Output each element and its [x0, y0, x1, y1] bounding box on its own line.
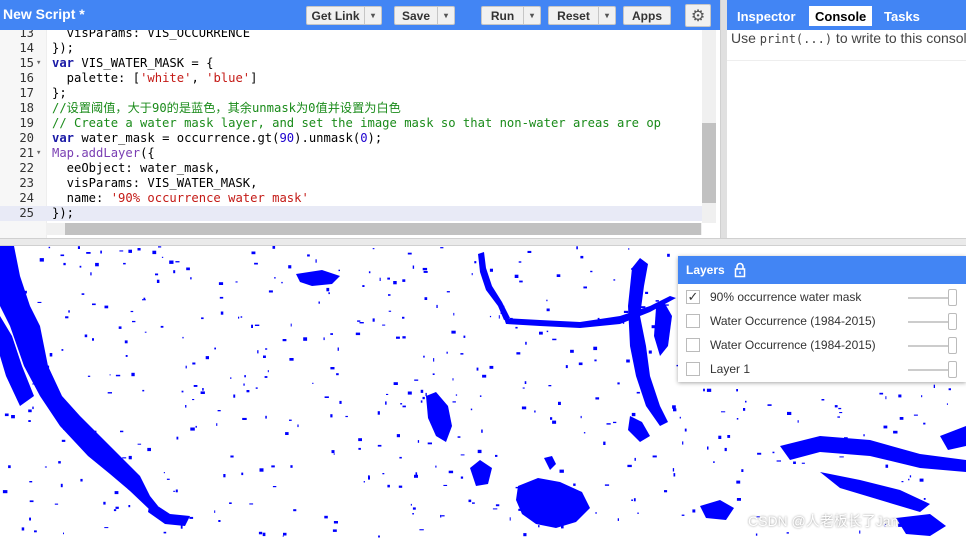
- layers-panel: Layers ✓ 90% occurrence water mask Water…: [678, 256, 966, 382]
- code-line[interactable]: 22 eeObject: water_mask,: [0, 161, 716, 176]
- fold-arrow-icon[interactable]: ▾: [36, 56, 41, 71]
- code-text: eeObject: water_mask,: [52, 161, 221, 175]
- tab-tasks[interactable]: Tasks: [884, 6, 920, 26]
- horizontal-panel-splitter[interactable]: [0, 238, 966, 246]
- fold-arrow-icon[interactable]: ▾: [36, 146, 41, 161]
- apps-label: Apps: [632, 8, 662, 23]
- save-dropdown-icon[interactable]: ▾: [437, 7, 454, 24]
- code-text: visParams: VIS_OCCURRENCE: [52, 30, 251, 40]
- layer-checkbox-0[interactable]: ✓: [686, 290, 700, 304]
- layer-name-2: Water Occurrence (1984-2015): [710, 338, 876, 352]
- layers-header[interactable]: Layers: [678, 256, 966, 284]
- editor-horizontal-scroll-thumb[interactable]: [65, 223, 701, 235]
- layer-name-0: 90% occurrence water mask: [710, 290, 862, 304]
- code-text: var water_mask = occurrence.gt(90).unmas…: [52, 131, 383, 145]
- script-toolbar: New Script * Get Link ▾ Save ▾ Run ▾ Res…: [0, 0, 720, 30]
- layer-name-1: Water Occurrence (1984-2015): [710, 314, 876, 328]
- line-number: 14: [19, 41, 34, 55]
- code-line[interactable]: 18 //设置阈值，大于90的是蓝色，其余unmask为0值并设置为白色: [0, 101, 716, 116]
- layers-title: Layers: [686, 263, 725, 277]
- code-text: // Create a water mask layer, and set th…: [52, 116, 662, 130]
- code-line[interactable]: 19 // Create a water mask layer, and set …: [0, 116, 716, 131]
- tab-console[interactable]: Console: [809, 6, 873, 26]
- line-number: 17: [19, 86, 34, 100]
- reset-label: Reset: [557, 8, 590, 23]
- console-hint-before: Use: [731, 30, 760, 46]
- console-hint: Use print(...) to write to this console: [731, 30, 966, 46]
- layer-opacity-slider-2[interactable]: [948, 337, 957, 354]
- console-hint-after: to write to this console: [832, 30, 966, 46]
- line-number: 22: [19, 161, 34, 175]
- run-button[interactable]: Run ▾: [481, 6, 541, 25]
- code-text: var VIS_WATER_MASK = {: [52, 56, 214, 70]
- tab-inspector[interactable]: Inspector: [737, 6, 796, 26]
- reset-button[interactable]: Reset ▾: [548, 6, 616, 25]
- code-line[interactable]: 24 name: '90% occurrence water mask': [0, 191, 716, 206]
- get-link-label: Get Link: [311, 8, 360, 23]
- code-text: visParams: VIS_WATER_MASK,: [52, 176, 258, 190]
- line-number: 20: [19, 131, 34, 145]
- right-panel: Inspector Console Tasks Use print(...) t…: [727, 0, 966, 238]
- line-number: 23: [19, 176, 34, 190]
- code-line[interactable]: 15 ▾ var VIS_WATER_MASK = {: [0, 56, 716, 71]
- layer-checkbox-1[interactable]: [686, 314, 700, 328]
- code-text: palette: ['white', 'blue']: [52, 71, 258, 85]
- code-line[interactable]: 14});: [0, 41, 716, 56]
- line-number: 15: [19, 56, 34, 70]
- run-label: Run: [490, 8, 515, 23]
- code-line[interactable]: 25});: [0, 206, 716, 221]
- apps-button[interactable]: Apps: [623, 6, 671, 25]
- line-number: 24: [19, 191, 34, 205]
- line-number: 16: [19, 71, 34, 85]
- code-editor[interactable]: 13 visParams: VIS_OCCURRENCE 14}); 15 ▾ var …: [0, 30, 720, 238]
- layer-opacity-slider-1[interactable]: [948, 313, 957, 330]
- layer-checkbox-2[interactable]: [686, 338, 700, 352]
- script-title[interactable]: New Script *: [3, 6, 85, 22]
- code-line[interactable]: 13 visParams: VIS_OCCURRENCE: [0, 30, 716, 41]
- line-number: 18: [19, 101, 34, 115]
- code-line[interactable]: 20 var water_mask = occurrence.gt(90).unm…: [0, 131, 716, 146]
- get-link-button[interactable]: Get Link ▾: [306, 6, 382, 25]
- code-text: });: [52, 41, 75, 55]
- line-number: 19: [19, 116, 34, 130]
- console-divider: [727, 60, 966, 61]
- run-dropdown-icon[interactable]: ▾: [523, 7, 540, 24]
- code-text: name: '90% occurrence water mask': [52, 191, 309, 205]
- layer-row-1[interactable]: Water Occurrence (1984-2015): [678, 310, 966, 334]
- get-link-dropdown-icon[interactable]: ▾: [364, 7, 381, 24]
- layer-checkbox-3[interactable]: [686, 362, 700, 376]
- layer-opacity-slider-0[interactable]: [948, 289, 957, 306]
- console-hint-code: print(...): [759, 32, 833, 46]
- save-label: Save: [401, 8, 431, 23]
- reset-dropdown-icon[interactable]: ▾: [598, 7, 615, 24]
- vertical-panel-splitter[interactable]: [720, 0, 727, 240]
- code-text: //设置阈值，大于90的是蓝色，其余unmask为0值并设置为白色: [52, 101, 401, 115]
- layer-name-3: Layer 1: [710, 362, 751, 376]
- editor-vertical-scroll-thumb[interactable]: [702, 123, 716, 203]
- settings-gear-icon[interactable]: ⚙: [685, 4, 711, 27]
- code-text: });: [52, 206, 75, 220]
- layer-row-3[interactable]: Layer 1: [678, 358, 966, 382]
- code-line[interactable]: 16 palette: ['white', 'blue']: [0, 71, 716, 86]
- code-text: };: [52, 86, 67, 100]
- right-panel-tabs: Inspector Console Tasks: [727, 0, 966, 30]
- code-text: Map.addLayer({: [52, 146, 155, 160]
- code-line[interactable]: 23 visParams: VIS_WATER_MASK,: [0, 176, 716, 191]
- watermark: CSDN @人老板长了Jan: [748, 513, 899, 529]
- line-number: 21: [19, 146, 34, 160]
- code-line[interactable]: 21 ▾ Map.addLayer({: [0, 146, 716, 161]
- save-button[interactable]: Save ▾: [394, 6, 455, 25]
- code-line[interactable]: 17};: [0, 86, 716, 101]
- lock-icon[interactable]: [734, 262, 746, 278]
- layer-row-2[interactable]: Water Occurrence (1984-2015): [678, 334, 966, 358]
- layer-row-0[interactable]: ✓ 90% occurrence water mask: [678, 286, 966, 310]
- layer-opacity-slider-3[interactable]: [948, 361, 957, 378]
- line-number: 25: [19, 206, 34, 220]
- line-number: 13: [19, 30, 34, 40]
